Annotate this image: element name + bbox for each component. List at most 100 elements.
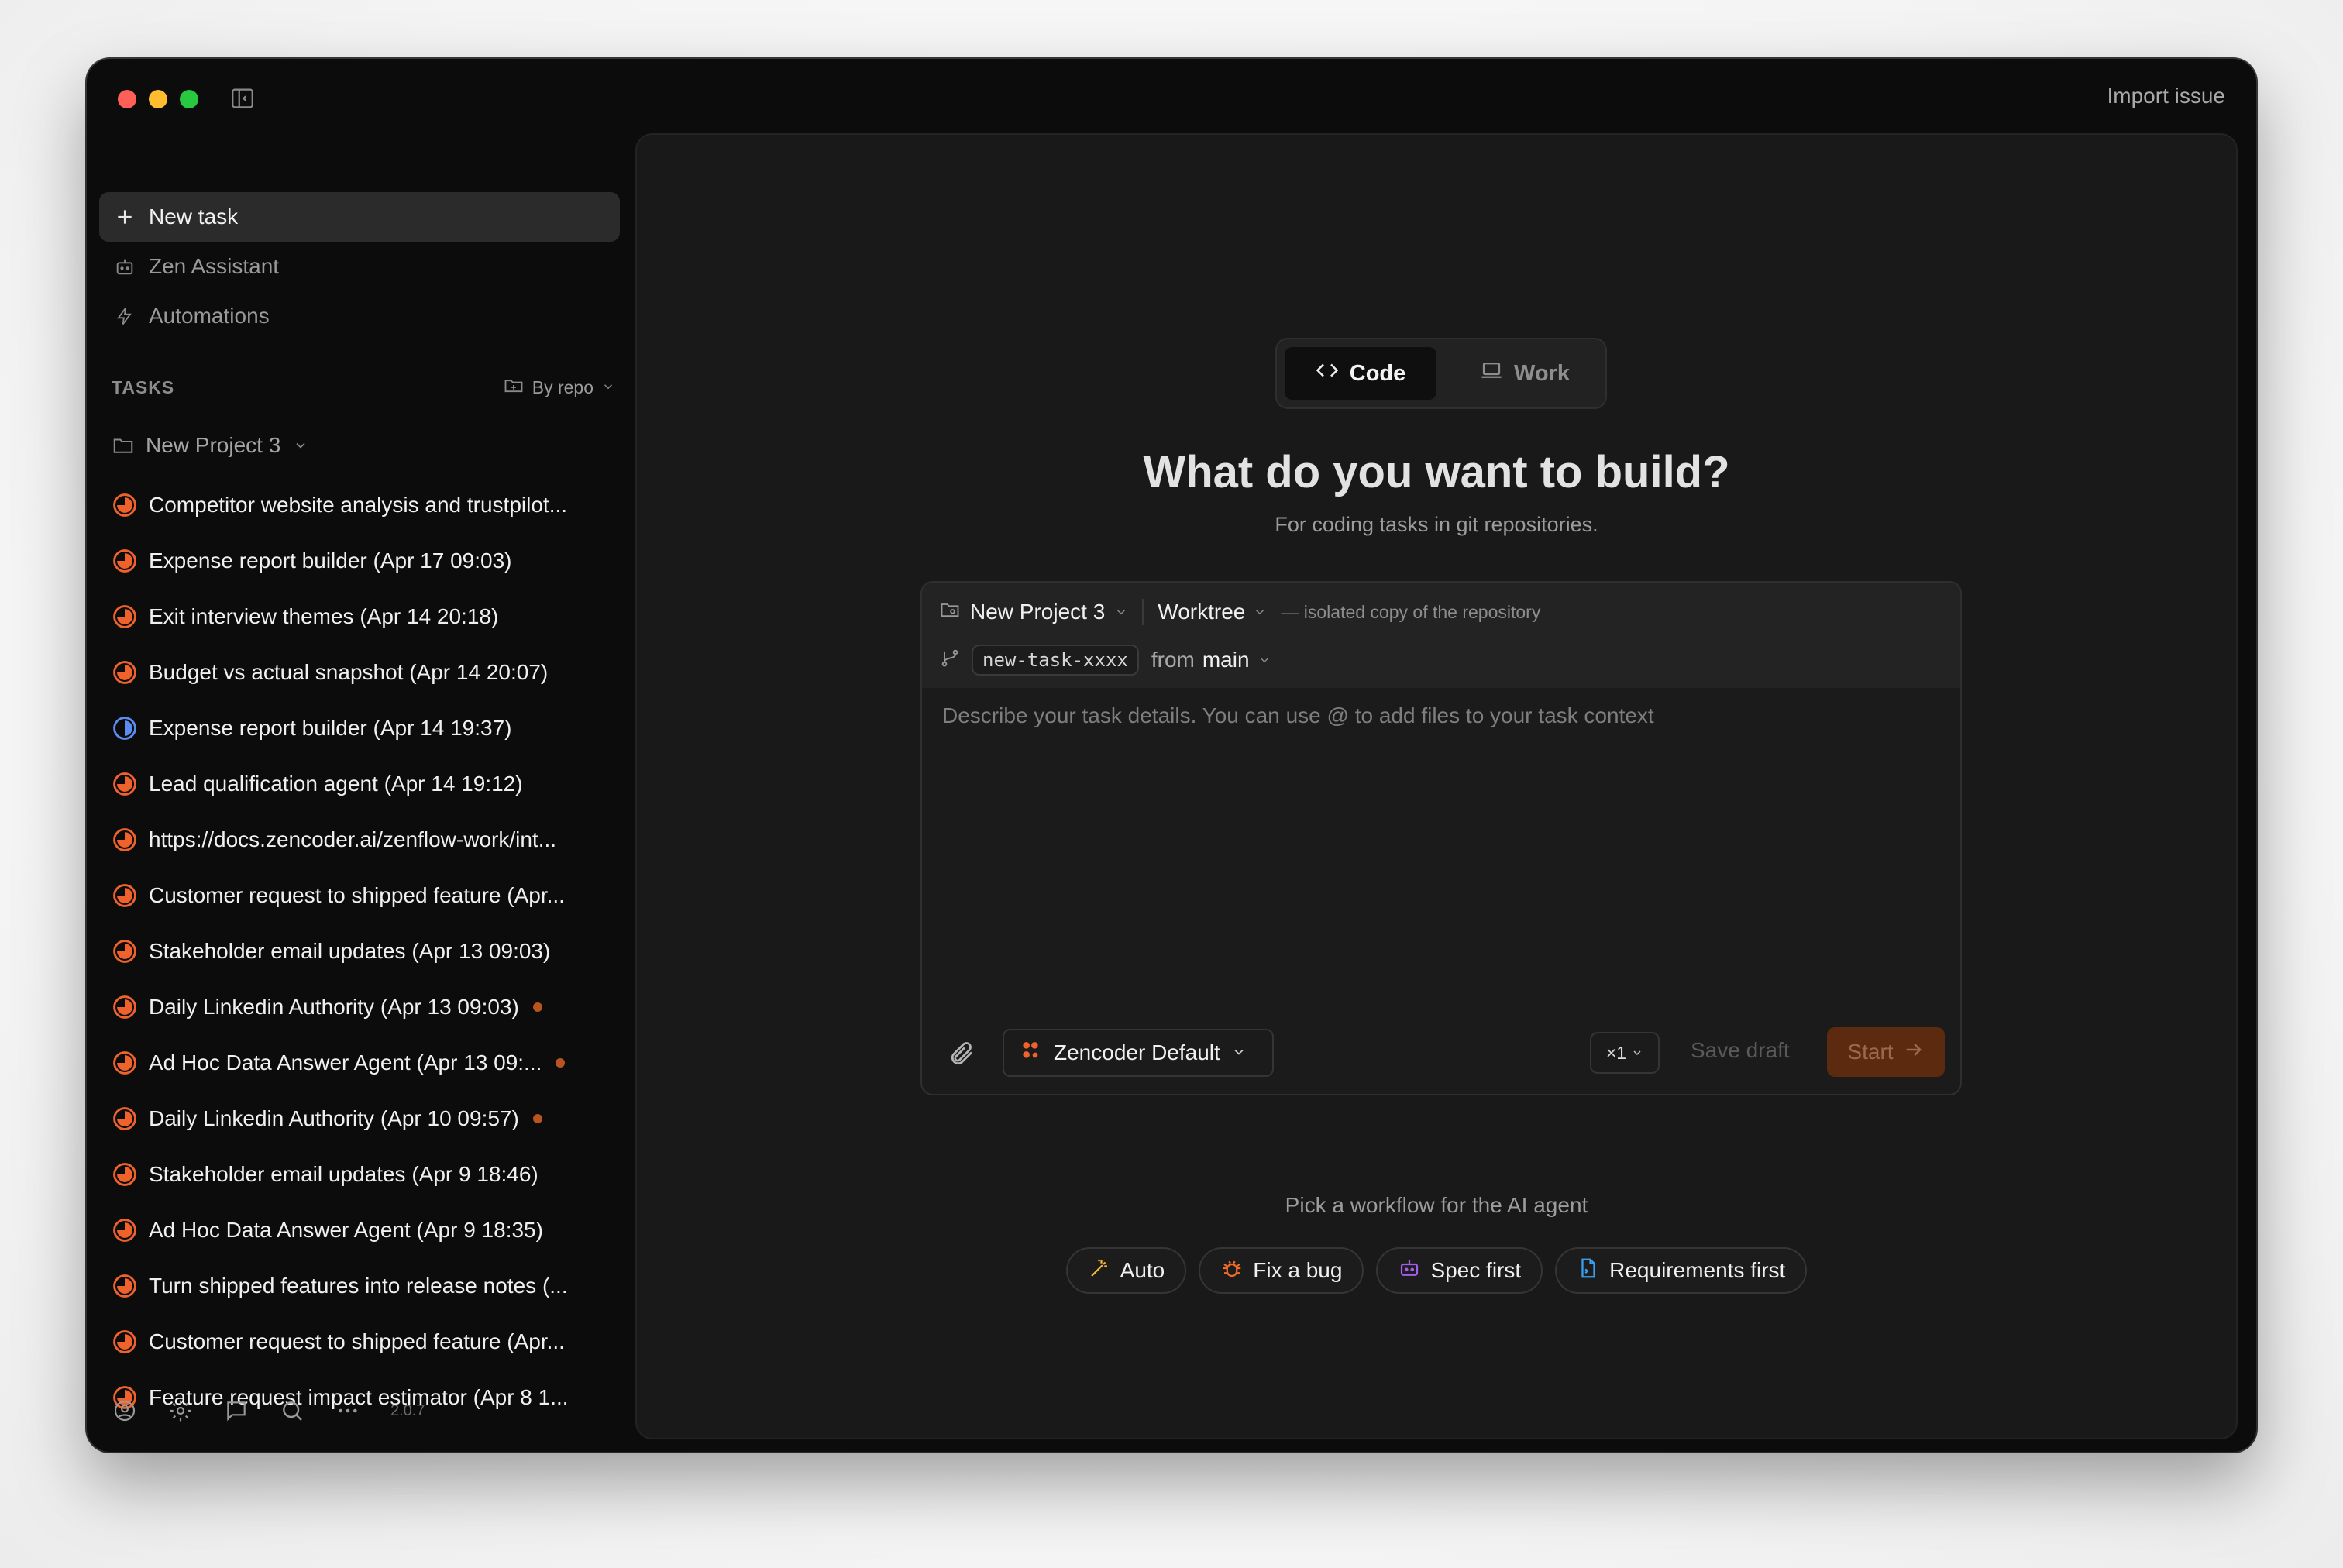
close-window-button[interactable]: [118, 90, 136, 108]
workflow-label: Fix a bug: [1253, 1258, 1343, 1282]
in-progress-icon: [112, 882, 138, 909]
task-label: Ad Hoc Data Answer Agent (Apr 13 09:...: [149, 1050, 542, 1075]
folder-icon: [112, 434, 135, 457]
window-controls: [118, 90, 198, 108]
task-item[interactable]: Competitor website analysis and trustpil…: [112, 477, 623, 533]
in-progress-icon: [112, 1217, 138, 1243]
start-label: Start: [1847, 1040, 1894, 1064]
task-item[interactable]: Customer request to shipped feature (Apr…: [112, 1314, 623, 1370]
account-icon[interactable]: [112, 1398, 138, 1424]
project-group-toggle[interactable]: New Project 3: [112, 426, 308, 465]
more-icon[interactable]: [335, 1398, 361, 1424]
zoom-window-button[interactable]: [180, 90, 198, 108]
task-label: Expense report builder (Apr 17 09:03): [149, 548, 512, 573]
plus-icon: [112, 204, 138, 230]
model-selector[interactable]: Zencoder Default: [1003, 1029, 1274, 1077]
model-label: Zencoder Default: [1054, 1040, 1220, 1064]
chat-icon[interactable]: [223, 1398, 249, 1424]
project-selector[interactable]: New Project 3: [939, 599, 1128, 626]
workflow-prompt: Pick a workflow for the AI agent: [1285, 1193, 1588, 1217]
task-item[interactable]: Ad Hoc Data Answer Agent (Apr 9 18:35): [112, 1202, 623, 1258]
run-count-label: ×1: [1605, 1042, 1627, 1063]
group-by-repo-dropdown[interactable]: By repo: [503, 374, 615, 401]
unread-indicator: [532, 1114, 542, 1123]
zen-assistant-link[interactable]: Zen Assistant: [99, 242, 620, 291]
base-branch-selector[interactable]: from main: [1151, 648, 1271, 672]
unread-indicator: [556, 1058, 566, 1068]
minimize-window-button[interactable]: [149, 90, 167, 108]
task-label: Turn shipped features into release notes…: [149, 1274, 568, 1298]
task-item[interactable]: Budget vs actual snapshot (Apr 14 20:07): [112, 645, 623, 700]
gear-icon[interactable]: [167, 1398, 194, 1424]
composer-toolbar: Zencoder Default ×1 Save draft Start: [922, 1027, 1960, 1078]
paperclip-icon[interactable]: [948, 1040, 976, 1068]
task-item[interactable]: Daily Linkedin Authority (Apr 13 09:03): [112, 979, 623, 1035]
page-subtitle: For coding tasks in git repositories.: [1275, 513, 1598, 536]
task-item[interactable]: Customer request to shipped feature (Apr…: [112, 868, 623, 923]
task-item[interactable]: Expense report builder (Apr 14 19:37): [112, 700, 623, 756]
workflow-fix-bug-button[interactable]: Fix a bug: [1199, 1247, 1364, 1294]
in-progress-icon: [112, 938, 138, 965]
task-item[interactable]: Expense report builder (Apr 17 09:03): [112, 533, 623, 589]
workflow-requirements-first-button[interactable]: Requirements first: [1555, 1247, 1808, 1294]
chevron-down-icon: [1258, 648, 1271, 672]
arrow-right-icon: [1903, 1039, 1925, 1066]
workflow-auto-button[interactable]: Auto: [1065, 1247, 1187, 1294]
workflow-spec-first-button[interactable]: Spec first: [1376, 1247, 1543, 1294]
laptop-icon: [1480, 359, 1503, 388]
chevron-down-icon: [1253, 600, 1267, 624]
in-progress-icon: [112, 1106, 138, 1132]
task-item[interactable]: Exit interview themes (Apr 14 20:18): [112, 589, 623, 645]
code-brackets-icon: [1316, 359, 1339, 388]
tasks-header: TASKS By repo: [112, 372, 615, 403]
import-issue-button[interactable]: Import issue: [2107, 84, 2226, 108]
in-progress-icon: [112, 548, 138, 574]
chevron-down-icon: [1114, 600, 1128, 624]
task-description-input[interactable]: [941, 702, 1943, 999]
work-mode-tab[interactable]: Work: [1449, 347, 1601, 400]
magic-wand-icon: [1088, 1257, 1111, 1285]
unread-indicator: [532, 1002, 542, 1012]
sidebar-toggle-icon[interactable]: [229, 85, 256, 112]
automations-link[interactable]: Automations: [99, 291, 620, 341]
in-progress-icon: [112, 492, 138, 518]
task-item[interactable]: Daily Linkedin Authority (Apr 10 09:57): [112, 1091, 623, 1147]
task-item[interactable]: Stakeholder email updates (Apr 13 09:03): [112, 923, 623, 979]
task-item[interactable]: Lead qualification agent (Apr 14 19:12): [112, 756, 623, 812]
task-label: Stakeholder email updates (Apr 9 18:46): [149, 1162, 538, 1186]
project-name: New Project 3: [146, 433, 281, 457]
in-progress-icon: [112, 603, 138, 630]
from-label: from: [1151, 648, 1195, 672]
robot-icon: [1398, 1257, 1421, 1285]
chevron-down-icon: [601, 377, 615, 398]
in-progress-icon: [112, 771, 138, 797]
task-composer: New Project 3 Worktree — isolated copy o…: [920, 581, 1962, 1095]
document-icon: [1577, 1257, 1600, 1285]
code-mode-tab[interactable]: Code: [1285, 347, 1436, 400]
run-count-selector[interactable]: ×1: [1590, 1032, 1660, 1074]
branch-row: new-task-xxxx from main: [939, 643, 1271, 677]
task-item[interactable]: https://docs.zencoder.ai/zenflow-work/in…: [112, 812, 623, 868]
sidebar: New task Zen Assistant Automations TASKS…: [87, 130, 629, 1452]
new-task-button[interactable]: New task: [99, 192, 620, 242]
task-item[interactable]: Ad Hoc Data Answer Agent (Apr 13 09:...: [112, 1035, 623, 1091]
workflow-label: Spec first: [1430, 1258, 1522, 1282]
repo-icon: [939, 599, 961, 626]
task-label: Customer request to shipped feature (Apr…: [149, 1329, 565, 1353]
in-progress-icon: [112, 1329, 138, 1355]
start-button[interactable]: Start: [1827, 1027, 1945, 1077]
in-progress-icon: [112, 659, 138, 686]
workflow-options: Auto Fix a bug Spec first Requirements f…: [637, 1247, 2236, 1294]
main-panel: Code Work What do you want to build? For…: [635, 133, 2238, 1439]
task-label: Expense report builder (Apr 14 19:37): [149, 716, 512, 740]
worktree-selector[interactable]: Worktree: [1158, 600, 1267, 624]
task-label: Daily Linkedin Authority (Apr 13 09:03): [149, 995, 519, 1019]
branch-name-input[interactable]: new-task-xxxx: [972, 645, 1139, 676]
mode-toggle: Code Work: [1275, 338, 1607, 409]
nav-label: Automations: [149, 304, 270, 328]
task-item[interactable]: Turn shipped features into release notes…: [112, 1258, 623, 1314]
work-mode-label: Work: [1514, 360, 1570, 386]
search-icon[interactable]: [279, 1398, 305, 1424]
save-draft-button[interactable]: Save draft: [1691, 1038, 1790, 1063]
task-item[interactable]: Stakeholder email updates (Apr 9 18:46): [112, 1147, 623, 1202]
